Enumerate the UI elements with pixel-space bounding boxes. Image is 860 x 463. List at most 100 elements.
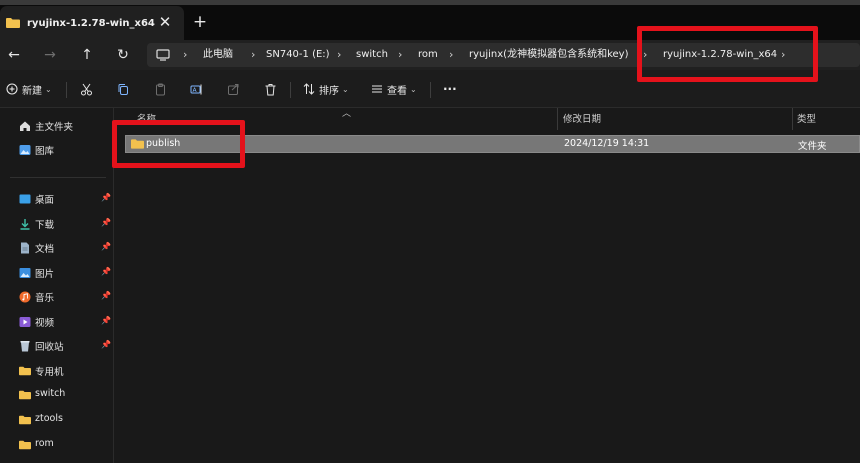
- music-icon: [19, 291, 31, 303]
- refresh-icon: ↻: [117, 47, 129, 63]
- sidebar-item-videos[interactable]: 视频 📌: [0, 311, 114, 333]
- row-modified: 2024/12/19 14:31: [564, 138, 650, 149]
- sidebar-item-label: 主文件夹: [35, 122, 74, 133]
- desktop-icon: [19, 194, 31, 204]
- cut-button[interactable]: [80, 80, 93, 98]
- column-divider[interactable]: [557, 108, 558, 130]
- close-tab-button[interactable]: ✕: [156, 13, 174, 31]
- new-tab-button[interactable]: +: [190, 12, 210, 32]
- breadcrumb-this-pc[interactable]: 此电脑: [203, 47, 233, 63]
- computer-icon: [156, 49, 170, 61]
- folder-icon: [19, 366, 31, 376]
- toolbar-divider: [66, 82, 67, 98]
- chevron-down-icon: ⌄: [45, 84, 52, 94]
- sidebar-item-label: 桌面: [35, 195, 55, 206]
- sidebar-item-label: 音乐: [35, 293, 55, 304]
- trash-icon: [265, 83, 276, 95]
- up-button[interactable]: ↑: [75, 43, 99, 67]
- sidebar-item-label: rom: [35, 438, 54, 449]
- forward-arrow-icon: →: [44, 47, 56, 63]
- breadcrumb-separator: ›: [337, 48, 342, 61]
- pin-icon: 📌: [101, 193, 111, 202]
- sidebar-item-pictures[interactable]: 图片 📌: [0, 262, 114, 284]
- clipboard-icon: [156, 83, 165, 95]
- sort-ascending-icon: ︿: [342, 109, 352, 119]
- pin-icon: 📌: [101, 316, 111, 325]
- breadcrumb-switch[interactable]: switch: [356, 47, 388, 63]
- rename-button[interactable]: A: [190, 80, 203, 98]
- sidebar-item-folder[interactable]: 专用机: [0, 360, 114, 382]
- up-arrow-icon: ↑: [81, 47, 93, 63]
- chevron-down-icon: ⌄: [410, 84, 417, 94]
- sidebar-item-recycle-bin[interactable]: 回收站 📌: [0, 335, 114, 357]
- pin-icon: 📌: [101, 242, 111, 251]
- window-top-edge: [0, 0, 860, 5]
- new-button-label: 新建: [22, 85, 42, 97]
- more-options-button[interactable]: ···: [443, 80, 457, 98]
- sidebar-item-rom[interactable]: rom: [0, 434, 114, 456]
- sidebar-item-label: switch: [35, 388, 66, 399]
- sort-button-label: 排序: [319, 85, 339, 97]
- pin-icon: 📌: [101, 218, 111, 227]
- pin-icon: 📌: [101, 267, 111, 276]
- pin-icon: 📌: [101, 340, 111, 349]
- column-header-type[interactable]: 类型: [797, 110, 816, 130]
- delete-button[interactable]: [264, 80, 277, 98]
- column-divider[interactable]: [792, 108, 793, 130]
- share-button[interactable]: [227, 80, 240, 98]
- breadcrumb-ryujinx[interactable]: ryujinx(龙神模拟器包含系统和key): [469, 47, 629, 63]
- sort-button[interactable]: 排序 ⌄: [303, 80, 349, 98]
- sidebar-item-label: 图片: [35, 269, 55, 280]
- breadcrumb-separator: ›: [183, 48, 188, 61]
- share-icon: [228, 83, 239, 95]
- rename-icon: A: [190, 84, 202, 94]
- sidebar-item-label: 回收站: [35, 342, 64, 353]
- sidebar-item-label: 图库: [35, 146, 55, 157]
- sidebar-item-downloads[interactable]: 下载 📌: [0, 213, 114, 235]
- download-icon: [20, 219, 30, 230]
- sidebar-item-music[interactable]: 音乐 📌: [0, 286, 114, 308]
- breadcrumb-rom[interactable]: rom: [418, 47, 438, 63]
- document-icon: [21, 242, 29, 254]
- recycle-bin-icon: [20, 341, 30, 352]
- tab-active[interactable]: ryujinx-1.2.78-win_x64 ✕: [0, 6, 184, 40]
- tab-title: ryujinx-1.2.78-win_x64: [27, 17, 155, 29]
- sidebar-item-switch[interactable]: switch: [0, 384, 114, 406]
- highlight-box-publish-folder: [112, 120, 245, 168]
- paste-button[interactable]: [154, 80, 167, 98]
- refresh-button[interactable]: ↻: [111, 43, 135, 67]
- sidebar-divider: [10, 177, 106, 178]
- toolbar-divider: [430, 82, 431, 98]
- sidebar-item-ztools[interactable]: ztools: [0, 409, 114, 431]
- new-button[interactable]: 新建 ⌄: [6, 80, 52, 98]
- home-icon: [20, 121, 30, 131]
- copy-button[interactable]: [117, 80, 130, 98]
- sidebar-item-gallery[interactable]: 图库: [0, 139, 114, 161]
- view-list-icon: [372, 85, 382, 93]
- forward-button[interactable]: →: [38, 43, 62, 67]
- sidebar-item-desktop[interactable]: 桌面 📌: [0, 188, 114, 210]
- folder-icon: [6, 18, 20, 28]
- navigation-pane: 主文件夹 图库 桌面 📌 下载 📌 文档 📌 图片 📌 音乐 📌 视频 📌 回收…: [0, 108, 114, 463]
- back-arrow-icon: ←: [8, 47, 20, 63]
- pin-icon: 📌: [101, 291, 111, 300]
- sidebar-item-label: 视频: [35, 318, 55, 329]
- sidebar-item-home[interactable]: 主文件夹: [0, 115, 114, 137]
- back-button[interactable]: ←: [2, 43, 26, 67]
- view-button[interactable]: 查看 ⌄: [371, 80, 417, 98]
- folder-icon: [19, 415, 31, 425]
- breadcrumb-drive[interactable]: SN740-1 (E:): [266, 47, 330, 63]
- row-type: 文件夹: [798, 141, 827, 152]
- pictures-icon: [19, 268, 31, 278]
- breadcrumb-separator: ›: [449, 48, 454, 61]
- toolbar-divider: [290, 82, 291, 98]
- plus-circle-icon: [6, 83, 18, 95]
- copy-icon: [118, 83, 128, 95]
- highlight-box-current-folder: [637, 26, 818, 82]
- breadcrumb-separator: ›: [398, 48, 403, 61]
- scissors-icon: [81, 83, 92, 95]
- sidebar-item-label: 下载: [35, 220, 55, 231]
- sort-icon: [303, 83, 315, 95]
- sidebar-item-documents[interactable]: 文档 📌: [0, 237, 114, 259]
- column-header-date[interactable]: 修改日期: [563, 110, 601, 130]
